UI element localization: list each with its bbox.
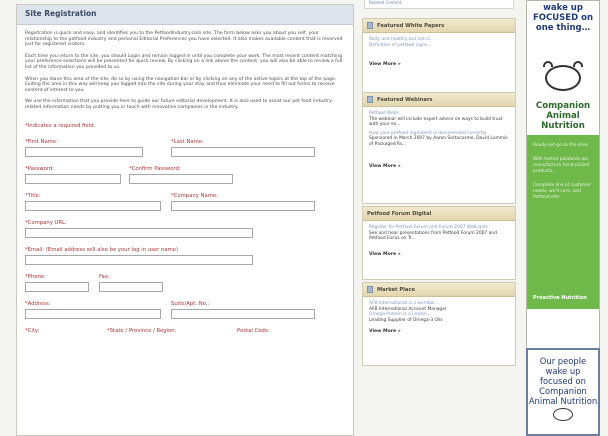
city-label: *City: <box>25 327 40 334</box>
fax-label: Fax: <box>99 273 110 280</box>
market-place-header: Market Place <box>363 283 515 297</box>
address-field[interactable] <box>25 308 161 319</box>
confirm-password-label: *Confirm Password: <box>129 165 181 172</box>
webinars-title: Featured Webinars <box>377 97 433 103</box>
row-email: *Email: (Email address will also be your… <box>25 247 345 274</box>
intro-paragraph-1: Registration is quick and easy, and iden… <box>25 31 343 48</box>
forum-title: Petfood Forum Digital <box>367 211 432 217</box>
last-name-field[interactable] <box>171 146 315 157</box>
ad-logo: Proactive Nutrition <box>533 295 587 301</box>
row-address: *Address: Suite/Apt. No.: <box>25 301 345 328</box>
intro-text: Registration is quick and easy, and iden… <box>17 25 353 111</box>
forum-header: Petfood Forum Digital <box>363 207 515 221</box>
registration-form: *Indicates a required field. *First Name… <box>17 117 353 359</box>
intro-paragraph-4: We use the information that you provide … <box>25 99 334 110</box>
row-title: *Title: *Company Name: <box>25 193 345 220</box>
ad-brand: Companion Animal Nutrition <box>535 101 591 131</box>
ad-bottom-text: Our people wake up focused on Companion … <box>528 356 598 406</box>
phone-label: *Phone: <box>25 273 46 280</box>
market-place-box: Market Place AFB International is a worl… <box>362 282 516 366</box>
white-papers-box: Featured White Papers Salty and healthy … <box>362 18 516 94</box>
forum-box: Petfood Forum Digital Register for Petfo… <box>362 206 516 280</box>
company-name-field[interactable] <box>171 200 315 211</box>
password-field[interactable] <box>25 173 121 184</box>
row-city: *City: *State / Province / Region: Posta… <box>25 328 345 355</box>
webinars-body: Petfood Webs The webinar will include ex… <box>363 107 515 173</box>
ad-headline: wake up FOCUSED on one thing… <box>527 1 599 57</box>
ad-bullet-3: Complete line of customer needs, we'll c… <box>533 183 592 200</box>
intro-paragraph-2: Each time you return to the site, you sh… <box>25 53 343 70</box>
first-name-label: *First Name: <box>25 138 58 145</box>
market-place-title: Market Place <box>377 287 416 293</box>
phone-field[interactable] <box>25 281 89 292</box>
market-icon <box>367 286 373 293</box>
ad-bullet-2: With tested palatants we manufacture han… <box>533 157 590 174</box>
clock-face <box>545 65 581 91</box>
sidebar: Related Content Featured White Papers Sa… <box>360 0 518 436</box>
company-url-label: *Company URL: <box>25 219 67 226</box>
webinars-header: Featured Webinars <box>363 93 515 107</box>
company-url-field[interactable] <box>25 227 253 238</box>
forum-more-link[interactable]: View More » <box>369 252 509 258</box>
password-label: *Password: <box>25 165 55 172</box>
ad-green-panel: Ready-set-go-to the sites With tested pa… <box>527 135 599 309</box>
white-papers-more-link[interactable]: View More » <box>369 62 509 68</box>
alarm-clock-icon <box>527 57 599 99</box>
webinar-icon <box>367 96 373 103</box>
registration-panel: Site Registration Registration is quick … <box>16 4 354 436</box>
company-name-label: *Company Name: <box>171 192 218 199</box>
row-phone: *Phone: Fax: <box>25 274 345 301</box>
fax-field[interactable] <box>99 281 163 292</box>
ad-bullet-1: Ready-set-go-to the sites <box>533 143 589 148</box>
page-title: Site Registration <box>17 5 353 25</box>
webinar-text-1: The webinar will include expert advice o… <box>369 116 503 128</box>
suite-label: Suite/Apt. No.: <box>171 300 210 307</box>
white-papers-header: Featured White Papers <box>363 19 515 33</box>
title-label: *Title: <box>25 192 41 199</box>
webinars-box: Featured Webinars Petfood Webs The webin… <box>362 92 516 204</box>
first-name-field[interactable] <box>25 146 143 157</box>
webinar-text-2: Sponsored in March 2007 by Aaron Sortaco… <box>369 136 508 147</box>
webinars-more-link[interactable]: View More » <box>369 164 509 170</box>
postal-label: Postal Code: <box>237 327 270 334</box>
white-papers-title: Featured White Papers <box>377 23 445 29</box>
confirm-password-field[interactable] <box>129 173 233 184</box>
required-note: *Indicates a required field. <box>25 122 96 129</box>
clock-bell-right <box>573 61 583 67</box>
white-paper-link-2[interactable]: Definition of petfood ingre... <box>369 43 509 49</box>
email-label: *Email: (Email address will also be your… <box>25 246 179 253</box>
market-more-link[interactable]: View More » <box>369 329 509 335</box>
last-name-label: *Last Name: <box>171 138 204 145</box>
email-field[interactable] <box>25 254 253 265</box>
white-papers-body: Salty and healthy but not is... Definiti… <box>363 33 515 72</box>
ad-banner-bottom[interactable]: Our people wake up focused on Companion … <box>526 348 600 436</box>
address-label: *Address: <box>25 300 51 307</box>
top-strip: Related Content <box>364 0 514 9</box>
market-place-body: AFB International is a worldwi... AFB In… <box>363 297 515 339</box>
page: Site Registration Registration is quick … <box>0 0 608 436</box>
clock-bell-left <box>543 61 553 67</box>
market-text-2: Leading Supplier of Omega-3 Oils <box>369 317 443 323</box>
forum-body: Register for Petfood Forum and Forum 200… <box>363 221 515 261</box>
row-password: *Password: *Confirm Password: <box>25 166 345 193</box>
state-label: *State / Province / Region: <box>107 327 177 334</box>
row-name: *First Name: *Last Name: <box>25 139 345 166</box>
document-icon <box>367 22 373 29</box>
forum-text: See and hear presentations from Petfood … <box>369 230 497 242</box>
row-company-url: *Company URL: <box>25 220 345 247</box>
title-field[interactable] <box>25 200 161 211</box>
suite-field[interactable] <box>171 308 315 319</box>
intro-paragraph-3: When you leave this area of the site, do… <box>25 76 337 93</box>
alarm-clock-icon-small <box>553 408 573 421</box>
